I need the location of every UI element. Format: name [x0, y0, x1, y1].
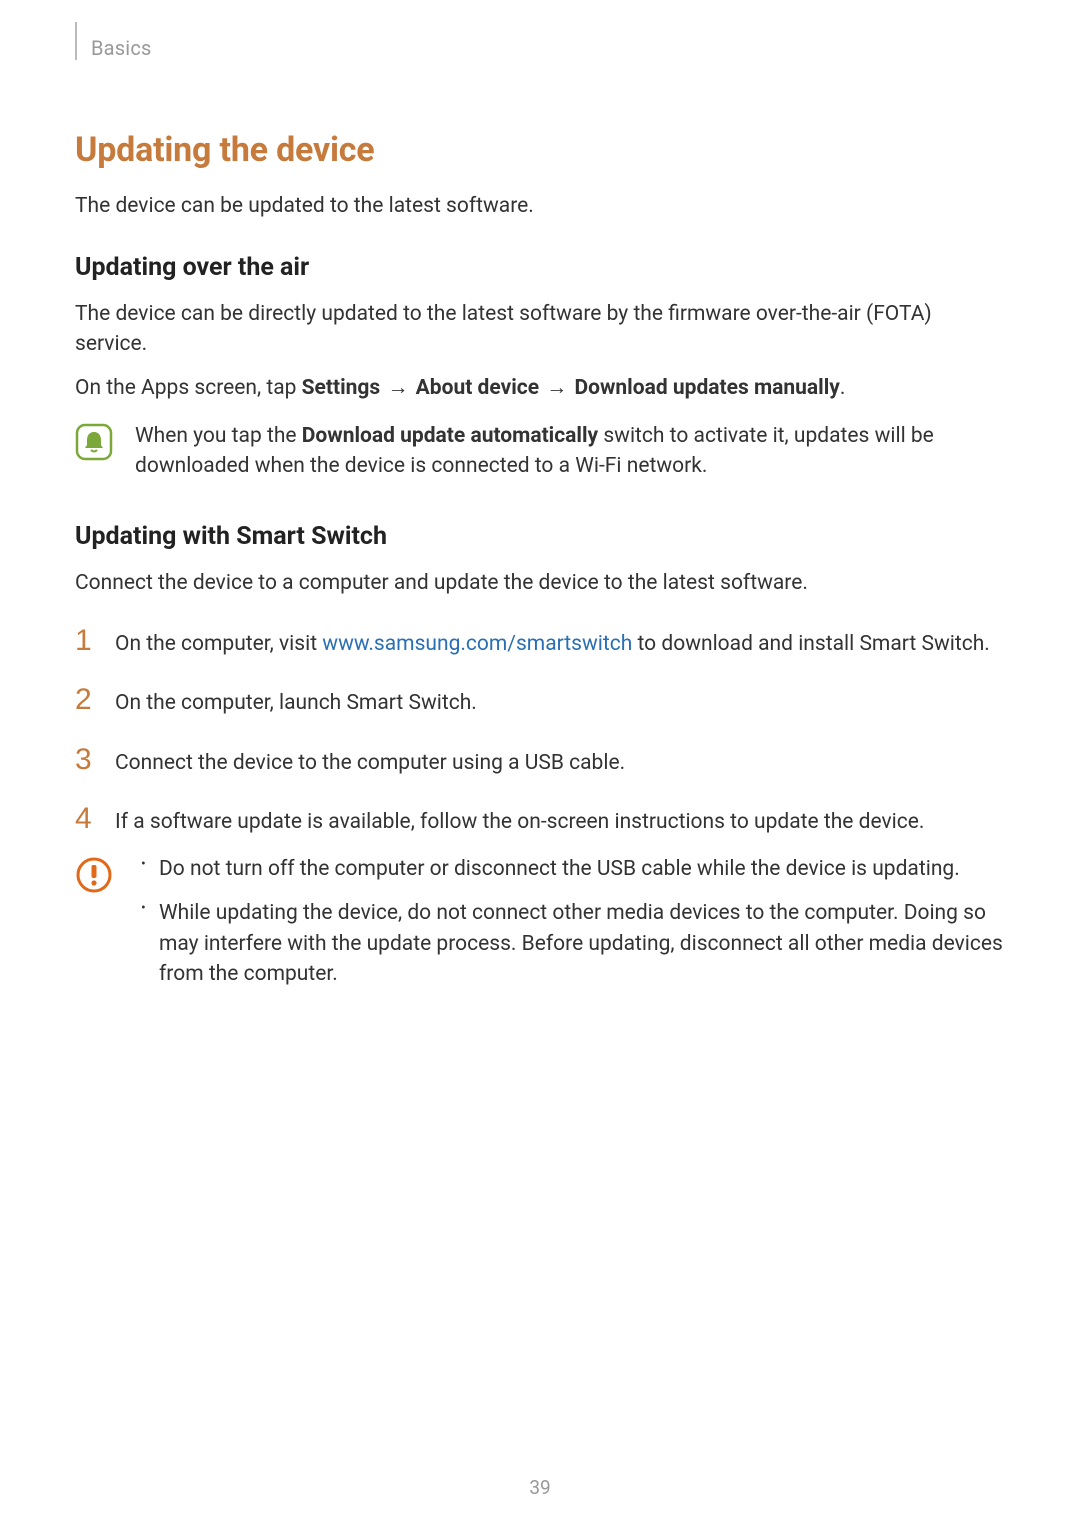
page-title: Updating the device: [75, 130, 1005, 170]
intro-text: The device can be updated to the latest …: [75, 192, 1005, 221]
ota-nav-path: On the Apps screen, tap Settings → About…: [75, 373, 1005, 405]
step-2-text: On the computer, launch Smart Switch.: [115, 688, 477, 718]
arrow-icon: →: [544, 376, 569, 400]
step-1: 1 On the computer, visit www.samsung.com…: [75, 626, 1005, 659]
step-4: 4 If a software update is available, fol…: [75, 804, 1005, 837]
step-number: 1: [75, 626, 97, 656]
step-2: 2 On the computer, launch Smart Switch.: [75, 685, 1005, 718]
smartswitch-link[interactable]: www.samsung.com/smartswitch: [322, 632, 632, 656]
note-block: When you tap the Download update automat…: [75, 421, 1005, 482]
step-3-text: Connect the device to the computer using…: [115, 748, 625, 778]
note-bold: Download update automatically: [302, 424, 598, 448]
step-number: 2: [75, 685, 97, 715]
step-3: 3 Connect the device to the computer usi…: [75, 745, 1005, 778]
caution-block: Do not turn off the computer or disconne…: [75, 854, 1005, 1004]
bell-note-icon: [75, 423, 113, 461]
step-4-text: If a software update is available, follo…: [115, 807, 924, 837]
step-1-prefix: On the computer, visit: [115, 632, 322, 656]
steps-list: 1 On the computer, visit www.samsung.com…: [75, 626, 1005, 838]
caution-item-1: Do not turn off the computer or disconne…: [135, 854, 1005, 884]
nav-step-about: About device: [416, 376, 539, 400]
ota-heading: Updating over the air: [75, 253, 1005, 282]
step-1-suffix: to download and install Smart Switch.: [632, 632, 989, 656]
ota-body: The device can be directly updated to th…: [75, 300, 1005, 359]
page-header: Basics: [75, 30, 1005, 68]
step-1-text: On the computer, visit www.samsung.com/s…: [115, 629, 990, 659]
smartswitch-heading: Updating with Smart Switch: [75, 522, 1005, 551]
step-number: 4: [75, 804, 97, 834]
caution-item-2: While updating the device, do not connec…: [135, 898, 1005, 989]
step-number: 3: [75, 745, 97, 775]
smartswitch-intro: Connect the device to a computer and upd…: [75, 569, 1005, 598]
caution-list: Do not turn off the computer or disconne…: [135, 854, 1005, 1004]
nav-step-settings: Settings: [302, 376, 381, 400]
nav-prefix: On the Apps screen, tap: [75, 376, 302, 400]
note-text: When you tap the Download update automat…: [135, 421, 1005, 482]
header-rule: [75, 22, 77, 60]
caution-icon: [75, 856, 113, 894]
nav-suffix: .: [840, 376, 846, 400]
note-prefix: When you tap the: [135, 424, 302, 448]
page-number: 39: [529, 1476, 550, 1499]
section-name: Basics: [91, 30, 152, 68]
arrow-icon: →: [385, 376, 410, 400]
nav-step-download: Download updates manually: [574, 376, 839, 400]
